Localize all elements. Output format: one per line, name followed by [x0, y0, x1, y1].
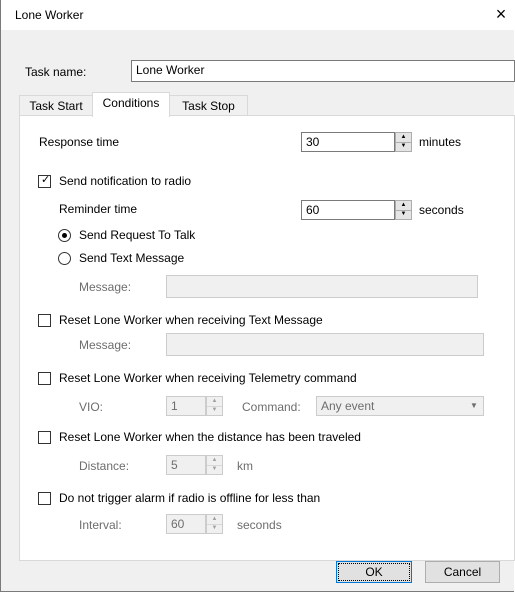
reset-telemetry-checkbox[interactable] [38, 372, 51, 385]
response-time-unit: minutes [419, 135, 462, 149]
vio-label: VIO: [79, 400, 104, 414]
reset-text-message-label: Reset Lone Worker when receiving Text Me… [59, 313, 323, 327]
reset-distance-label: Reset Lone Worker when the distance has … [59, 430, 361, 444]
reset-text-message-checkbox[interactable] [38, 314, 51, 327]
response-time-input[interactable]: 30 [301, 132, 395, 152]
send-text-message-label: Send Text Message [79, 251, 185, 265]
send-notification-label: Send notification to radio [59, 174, 192, 188]
radio-selected-dot [62, 233, 67, 238]
message-label-1: Message: [79, 280, 132, 294]
task-name-input[interactable]: Lone Worker [131, 60, 515, 82]
tab-conditions[interactable]: Conditions [92, 92, 170, 117]
spin-down-icon[interactable]: ▼ [396, 210, 411, 219]
chevron-down-icon[interactable]: ▼ [466, 398, 482, 414]
tab-task-stop[interactable]: Task Stop [169, 95, 248, 117]
command-select[interactable]: Any event ▼ [316, 396, 484, 416]
reminder-time-input[interactable]: 60 [301, 200, 395, 220]
interval-label: Interval: [79, 518, 122, 532]
interval-stepper[interactable]: ▲ ▼ [206, 514, 223, 534]
message-input-1[interactable] [166, 275, 478, 298]
distance-stepper[interactable]: ▲ ▼ [206, 455, 223, 475]
spin-down-icon[interactable]: ▼ [396, 142, 411, 151]
reminder-time-stepper[interactable]: ▲ ▼ [395, 200, 412, 220]
command-select-value: Any event [321, 399, 375, 413]
distance-input[interactable]: 5 [166, 455, 206, 475]
spin-down-icon[interactable]: ▼ [207, 406, 222, 415]
message-input-2[interactable] [166, 333, 484, 356]
reminder-time-unit: seconds [419, 203, 464, 217]
check-icon: ✓ [41, 174, 51, 186]
task-name-label: Task name: [25, 65, 87, 79]
cancel-button[interactable]: Cancel [425, 561, 500, 583]
focus-rect [338, 563, 410, 581]
cancel-button-label: Cancel [443, 565, 482, 579]
dialog: Lone Worker × Task name: Lone Worker Tas… [0, 0, 515, 592]
vio-stepper[interactable]: ▲ ▼ [206, 396, 223, 416]
command-label: Command: [242, 400, 301, 414]
send-request-to-talk-label: Send Request To Talk [79, 228, 196, 242]
send-request-to-talk-radio[interactable] [58, 229, 71, 242]
offline-label: Do not trigger alarm if radio is offline… [59, 491, 321, 505]
spin-down-icon[interactable]: ▼ [207, 524, 222, 533]
response-time-stepper[interactable]: ▲ ▼ [395, 132, 412, 152]
response-time-label: Response time [39, 135, 120, 149]
reset-telemetry-label: Reset Lone Worker when receiving Telemet… [59, 371, 357, 385]
send-text-message-radio[interactable] [58, 252, 71, 265]
offline-checkbox[interactable] [38, 492, 51, 505]
distance-label: Distance: [79, 459, 130, 473]
reset-distance-checkbox[interactable] [38, 431, 51, 444]
reminder-time-label: Reminder time [59, 202, 138, 216]
message-label-2: Message: [79, 338, 132, 352]
interval-unit: seconds [237, 518, 282, 532]
title-bar: Lone Worker × [1, 0, 515, 30]
interval-input[interactable]: 60 [166, 514, 206, 534]
window-title: Lone Worker [15, 8, 84, 22]
distance-unit: km [237, 459, 253, 473]
vio-input[interactable]: 1 [166, 396, 206, 416]
close-icon[interactable]: × [490, 2, 512, 26]
tab-task-start[interactable]: Task Start [19, 95, 93, 117]
spin-down-icon[interactable]: ▼ [207, 465, 222, 474]
send-notification-checkbox[interactable]: ✓ [38, 174, 51, 188]
ok-button[interactable]: OK [336, 561, 412, 583]
